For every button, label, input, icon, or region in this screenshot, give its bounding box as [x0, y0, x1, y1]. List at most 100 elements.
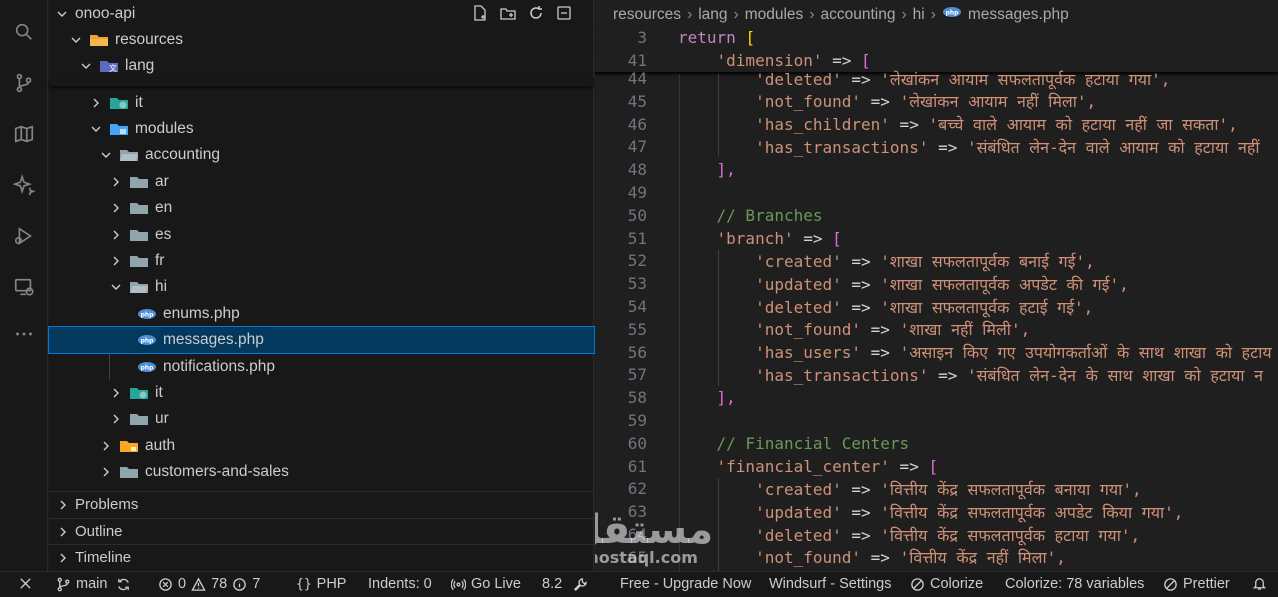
tree-item-hi[interactable]: hi: [49, 274, 594, 300]
code-line[interactable]: 61 'financial_center' => [: [595, 455, 1278, 478]
folder-icon: [129, 200, 149, 216]
code-text: 'financial_center' => [: [678, 457, 939, 476]
breadcrumb-item[interactable]: hi: [913, 6, 925, 24]
source-control-icon[interactable]: [12, 71, 36, 95]
colorize-status[interactable]: Colorize: [910, 576, 983, 592]
code-line[interactable]: 44 'deleted' => 'लेखांकन आयाम सफलतापूर्व…: [595, 67, 1278, 90]
chevron-right-icon: ›: [809, 5, 815, 23]
panel-problems[interactable]: Problems: [49, 491, 594, 517]
language-status[interactable]: {} PHP: [296, 576, 346, 592]
string-token: 'has_transactions': [755, 365, 929, 385]
tree-item-es[interactable]: es: [49, 222, 594, 248]
string-token: 'updated': [755, 502, 842, 522]
new-file-icon[interactable]: [471, 4, 489, 22]
search-icon[interactable]: [12, 20, 36, 44]
code-line[interactable]: 52 'created' => 'शाखा सफलतापूर्वक बनाई ग…: [595, 249, 1278, 272]
breadcrumb-item[interactable]: messages.php: [968, 6, 1069, 24]
prettier-status[interactable]: Prettier: [1163, 576, 1230, 592]
operator-token: =>: [861, 343, 900, 363]
breadcrumb-item[interactable]: modules: [745, 6, 804, 24]
code-line[interactable]: 49: [595, 181, 1278, 204]
upgrade-status[interactable]: Free - Upgrade Now: [620, 576, 751, 592]
code-line[interactable]: 48 ],: [595, 158, 1278, 181]
code-line[interactable]: 62 'created' => 'वित्तीय केंद्र सफलतापूर…: [595, 477, 1278, 500]
svg-text:php: php: [945, 10, 959, 17]
operator-token: =>: [861, 320, 900, 340]
colorize-vars-status[interactable]: Colorize: 78 variables: [1005, 576, 1144, 592]
windsurf-status[interactable]: Windsurf - Settings: [769, 576, 892, 592]
code-line[interactable]: 45 'not_found' => 'लेखांकन आयाम नहीं मिल…: [595, 90, 1278, 113]
code-line[interactable]: 55 'not_found' => 'शाखा नहीं मिली',: [595, 318, 1278, 341]
tree-item-accounting[interactable]: accounting: [49, 142, 594, 168]
code-line[interactable]: 58 ],: [595, 386, 1278, 409]
tree-item-it[interactable]: it: [49, 90, 594, 116]
code-line[interactable]: 47 'has_transactions' => 'संबंधित लेन-दे…: [595, 135, 1278, 158]
collapse-all-icon[interactable]: [555, 4, 573, 22]
bell-icon[interactable]: [1252, 576, 1267, 591]
tree-item-ar[interactable]: ar: [49, 169, 594, 195]
problems-status[interactable]: 0 78 7: [158, 576, 260, 592]
folder-open-orange-icon: [89, 32, 109, 48]
panel-timeline[interactable]: Timeline: [49, 544, 594, 570]
tree-item-modules[interactable]: modules: [49, 116, 594, 142]
branch-status[interactable]: main: [56, 576, 131, 592]
line-number: 58: [627, 388, 647, 408]
code-editor[interactable]: resources › lang › modules › accounting › hi…: [595, 0, 1278, 571]
tree-item-auth[interactable]: auth: [49, 433, 594, 459]
sticky-code-line[interactable]: 3 return [: [595, 26, 1278, 49]
indent-guide: [718, 74, 719, 156]
php-file-icon: php: [137, 359, 157, 375]
new-folder-icon[interactable]: [499, 4, 517, 22]
code-line[interactable]: 46 'has_children' => 'बच्चे वाले आयाम को…: [595, 113, 1278, 136]
tree-item-en[interactable]: en: [49, 195, 594, 221]
tree-item-notifications[interactable]: php notifications.php: [49, 354, 594, 380]
comment-token: // Financial Centers: [716, 433, 910, 453]
tree-item-resources[interactable]: resources: [49, 27, 594, 53]
remote-icon[interactable]: [18, 576, 33, 591]
tree-item-it-2[interactable]: it: [49, 380, 594, 406]
tree-item-fr[interactable]: fr: [49, 248, 594, 274]
info-count: 7: [252, 576, 261, 592]
string-token: 'updated': [755, 274, 842, 294]
tree-item-enums[interactable]: php enums.php: [49, 301, 594, 327]
code-text: ],: [678, 160, 736, 179]
refresh-icon[interactable]: [527, 4, 545, 22]
code-line[interactable]: 57 'has_transactions' => 'संबंधित लेन-दे…: [595, 363, 1278, 386]
code-line[interactable]: 53 'updated' => 'शाखा सफलतापूर्वक अपडेट …: [595, 272, 1278, 295]
tree-item-lang[interactable]: 文 lang: [49, 53, 594, 79]
golive-status[interactable]: Go Live: [451, 576, 521, 592]
remote-explorer-icon[interactable]: [12, 275, 36, 299]
more-icon[interactable]: [12, 322, 36, 346]
php-file-icon: php: [137, 306, 157, 322]
breadcrumb-item[interactable]: lang: [698, 6, 727, 24]
code-line[interactable]: 51 'branch' => [: [595, 227, 1278, 250]
run-debug-icon[interactable]: [12, 224, 36, 248]
php-file-icon: php: [137, 332, 157, 348]
watermark-logo: مستقل mostaql.com: [595, 510, 720, 570]
operator-token: =>: [841, 297, 881, 317]
code-text: // Financial Centers: [678, 433, 910, 453]
tree-item-label: resources: [115, 31, 184, 48]
chevron-down-icon: [79, 59, 93, 73]
tree-item-ur[interactable]: ur: [49, 406, 594, 432]
breadcrumb-item[interactable]: accounting: [820, 6, 895, 24]
tree-item-label: it: [135, 94, 143, 111]
sync-icon: [118, 578, 130, 590]
line-number: 45: [627, 91, 647, 111]
tree-item-customers-and-sales[interactable]: customers-and-sales: [49, 459, 594, 485]
breadcrumb-item[interactable]: resources: [613, 6, 681, 24]
code-line[interactable]: 54 'deleted' => 'शाखा सफलतापूर्वक हटाई ग…: [595, 295, 1278, 318]
code-line[interactable]: 56 'has_users' => 'असाइन किए गए उपयोगकर्…: [595, 341, 1278, 364]
sparkle-icon[interactable]: [12, 173, 36, 197]
code-line[interactable]: 59: [595, 409, 1278, 432]
tree-item-messages[interactable]: php messages.php: [48, 326, 595, 354]
code-line[interactable]: 60 // Financial Centers: [595, 432, 1278, 455]
map-icon[interactable]: [12, 122, 36, 146]
string-token: 'संबंधित लेन-देन के साथ शाखा को हटाया न: [966, 365, 1264, 385]
code-line[interactable]: 50 // Branches: [595, 204, 1278, 227]
indents-status[interactable]: Indents: 0: [368, 576, 432, 592]
panel-outline[interactable]: Outline: [49, 518, 594, 544]
php-version-status[interactable]: 8.2: [542, 576, 588, 592]
tree-item-label: modules: [135, 120, 194, 137]
tree-item-label: es: [155, 226, 172, 243]
